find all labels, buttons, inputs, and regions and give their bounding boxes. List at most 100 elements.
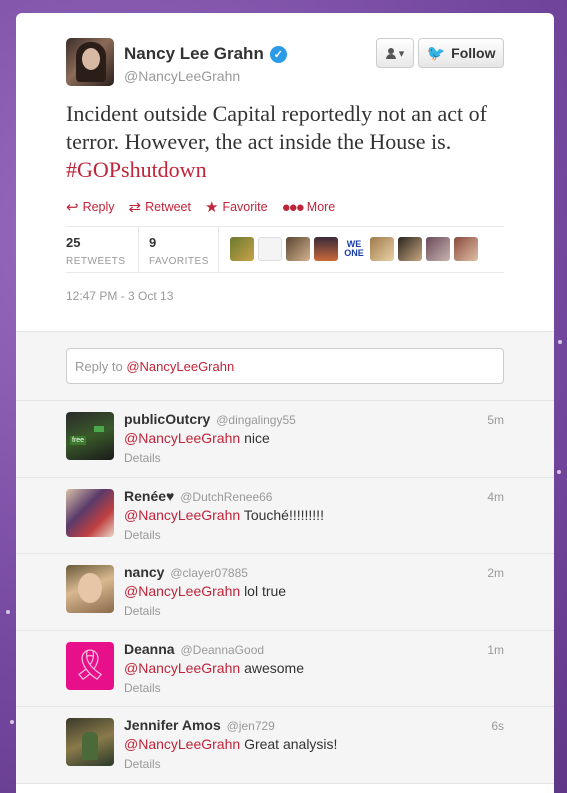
reply-author-handle[interactable]: @DeannaGood (180, 643, 264, 657)
reply-author-name[interactable]: Jennifer Amos (124, 717, 221, 733)
pink-ribbon-icon: 🎗 (70, 649, 110, 682)
more-label: More (306, 200, 336, 214)
reply-avatar[interactable] (66, 718, 114, 766)
details-link[interactable]: Details (124, 681, 161, 695)
reply-header: Jennifer Amos @jen729 (124, 717, 275, 733)
reply-author-name[interactable]: Renée♥ (124, 488, 174, 504)
reply-body: nice (244, 430, 270, 446)
replies-list: free publicOutcry @dingalingy55 5m @Nanc… (16, 401, 554, 784)
favoriter-avatar[interactable] (370, 237, 394, 261)
reply-author-handle[interactable]: @DutchRenee66 (180, 490, 272, 504)
reply-mention[interactable]: @NancyLeeGrahn (124, 507, 240, 523)
reply-header: Deanna @DeannaGood (124, 641, 264, 657)
reply-section: Reply to @NancyLeeGrahn (16, 331, 554, 401)
reply-author-name[interactable]: Deanna (124, 641, 175, 657)
favoriter-avatar[interactable] (398, 237, 422, 261)
reply-header: Renée♥ @DutchRenee66 (124, 488, 272, 504)
reply-mention[interactable]: @NancyLeeGrahn (124, 583, 240, 599)
details-link[interactable]: Details (124, 451, 161, 465)
reply-text: @NancyLeeGrahn Great analysis! (124, 736, 337, 752)
tweet-text: Incident outside Capital reportedly not … (66, 100, 496, 184)
reply-time[interactable]: 6s (491, 719, 504, 733)
caret-down-icon: ▾ (398, 47, 405, 60)
reply-text: @NancyLeeGrahn lol true (124, 583, 286, 599)
retweets-stat[interactable]: 25 RETWEETS (66, 235, 126, 267)
more-dots-icon: ●●● (281, 198, 305, 216)
favoriter-avatar[interactable] (286, 237, 310, 261)
reply-time[interactable]: 5m (487, 413, 504, 427)
reply-body: Touché!!!!!!!!! (243, 506, 324, 523)
tweet-body: Incident outside Capital reportedly not … (66, 101, 487, 154)
reply-text: @NancyLeeGrahn Touché!!!!!!!!! (124, 507, 324, 523)
reply-body: awesome (244, 659, 304, 676)
reply-icon: ↩ (66, 199, 79, 216)
reply-avatar[interactable]: 🎗 (66, 641, 114, 690)
reply-author-name[interactable]: publicOutcry (124, 411, 210, 427)
reply-author-handle[interactable]: @jen729 (227, 719, 275, 733)
tweet-actions: ↩ Reply ⇄ Retweet ★ Favorite ●●● More (66, 198, 336, 217)
retweet-icon: ⇄ (128, 199, 142, 216)
tweet-stats: 25 RETWEETS 9 FAVORITES WE ONE (66, 226, 504, 273)
details-link[interactable]: Details (124, 604, 161, 618)
favoriter-avatar[interactable] (426, 237, 450, 261)
retweet-action[interactable]: ⇄ Retweet (129, 198, 191, 216)
reply-prefix: Reply to (75, 359, 123, 374)
favoriter-avatar[interactable] (258, 237, 282, 261)
follow-button[interactable]: 🐦 Follow (418, 38, 504, 68)
reply-author-handle[interactable]: @dingalingy55 (216, 413, 296, 427)
reply-item[interactable]: 🎗 Deanna @DeannaGood 1m @NancyLeeGrahn a… (16, 630, 554, 707)
reply-time[interactable]: 4m (487, 490, 504, 504)
reply-header: nancy @clayer07885 (124, 564, 248, 580)
reply-body: Great analysis! (244, 736, 338, 752)
twitter-bird-icon: 🐦 (426, 45, 446, 62)
tweet-timestamp[interactable]: 12:47 PM - 3 Oct 13 (66, 289, 173, 303)
reply-time[interactable]: 2m (487, 566, 504, 580)
reply-item[interactable]: Renée♥ @DutchRenee66 4m @NancyLeeGrahn T… (16, 477, 554, 554)
reply-header: publicOutcry @dingalingy55 (124, 411, 296, 427)
person-icon (385, 47, 396, 59)
favoriter-avatar[interactable] (454, 237, 478, 261)
favoriters-avatars: WE ONE (230, 237, 478, 261)
reply-item[interactable]: free publicOutcry @dingalingy55 5m @Nanc… (16, 401, 554, 478)
favoriter-avatar[interactable]: WE ONE (342, 237, 366, 261)
reply-avatar[interactable] (66, 565, 114, 613)
favorites-stat[interactable]: 9 FAVORITES (149, 235, 209, 267)
favorite-star-icon: ★ (204, 199, 219, 216)
reply-mention[interactable]: @NancyLeeGrahn (124, 660, 240, 676)
favorites-count: 9 (149, 235, 157, 250)
reply-input[interactable]: Reply to @NancyLeeGrahn (66, 348, 504, 384)
favoriter-avatar[interactable] (314, 237, 338, 261)
reply-action[interactable]: ↩ Reply (66, 198, 115, 216)
details-link[interactable]: Details (124, 757, 161, 771)
verified-badge-icon: ✓ (269, 45, 287, 63)
reply-avatar[interactable] (66, 488, 114, 537)
reply-label: Reply (82, 200, 115, 214)
author-name[interactable]: Nancy Lee Grahn (124, 44, 264, 64)
author-name-row[interactable]: Nancy Lee Grahn ✓ (124, 44, 287, 64)
retweet-label: Retweet (145, 200, 191, 214)
reply-text: @NancyLeeGrahn awesome (124, 660, 304, 676)
favoriter-avatar[interactable] (230, 237, 254, 261)
hashtag-link[interactable]: #GOPshutdown (66, 157, 207, 182)
reply-item[interactable]: Jennifer Amos @jen729 6s @NancyLeeGrahn … (16, 707, 554, 784)
retweets-label: RETWEETS (66, 256, 126, 267)
more-action[interactable]: ●●● More (282, 198, 336, 216)
details-link[interactable]: Details (124, 528, 161, 542)
tweet-card: Nancy Lee Grahn ✓ @NancyLeeGrahn ▾ 🐦 Fol… (16, 13, 554, 793)
follow-label: Follow (451, 45, 496, 61)
reply-avatar[interactable]: free (66, 412, 114, 460)
reply-item[interactable]: nancy @clayer07885 2m @NancyLeeGrahn lol… (16, 554, 554, 631)
author-handle[interactable]: @NancyLeeGrahn (124, 68, 240, 84)
reply-body: lol true (244, 583, 287, 599)
favorites-label: FAVORITES (149, 256, 209, 267)
reply-text: @NancyLeeGrahn nice (124, 430, 270, 446)
reply-time[interactable]: 1m (487, 643, 504, 657)
reply-mention[interactable]: @NancyLeeGrahn (124, 736, 240, 752)
user-actions-button[interactable]: ▾ (376, 38, 414, 68)
favorite-action[interactable]: ★ Favorite (205, 198, 268, 216)
reply-author-handle[interactable]: @clayer07885 (170, 566, 248, 580)
reply-mention: @NancyLeeGrahn (126, 359, 235, 374)
reply-author-name[interactable]: nancy (124, 564, 164, 580)
author-avatar[interactable] (66, 38, 114, 86)
reply-mention[interactable]: @NancyLeeGrahn (124, 430, 240, 446)
